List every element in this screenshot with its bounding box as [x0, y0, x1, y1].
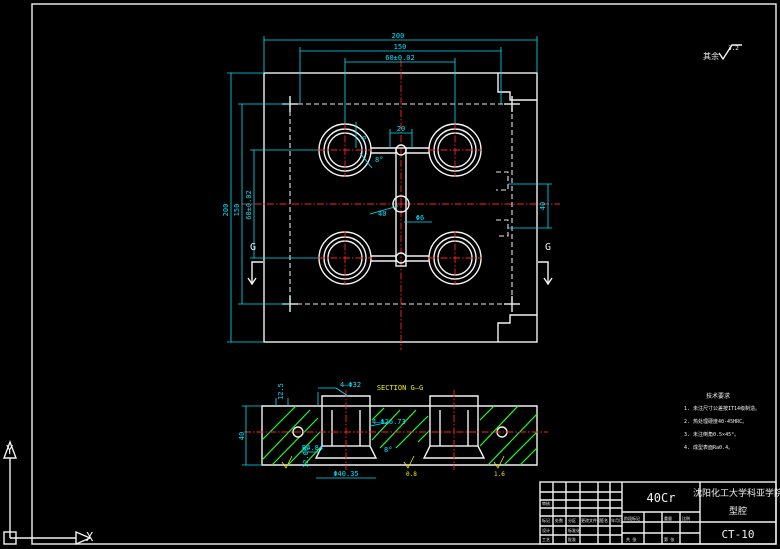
dim-inner-height: 150	[233, 204, 241, 217]
section-dim-height: 40	[238, 432, 246, 440]
tb-label-approve: 批准	[568, 536, 576, 542]
technical-notes: 技术要求 1. 未注尺寸公差按IT14级制造。 2. 热处理硬度40-45HRC…	[684, 392, 760, 451]
dim-sprue-diameter: Φ6	[416, 214, 424, 222]
roughness-value: 3.2	[728, 45, 739, 52]
section-roughness-1: 0.8	[406, 471, 417, 478]
tb-label-stage: 阶段标记	[624, 515, 640, 521]
pin-hole-right-2	[496, 219, 509, 237]
ucs-icon: Y X	[2, 440, 94, 546]
drawing-frame	[31, 3, 777, 545]
drawing-number: CT-10	[721, 528, 754, 541]
dim-inner-width: 150	[394, 43, 407, 51]
notes-heading: 技术要求	[706, 392, 730, 400]
svg-text:G: G	[545, 242, 551, 253]
roughness-label: 其余	[703, 51, 719, 61]
dim-runner-width: 20	[397, 125, 405, 133]
school-name: 沈阳化工大学科亚学院	[693, 487, 780, 499]
roughness-symbol: 其余 3.2	[703, 44, 742, 61]
dimension-lines	[227, 36, 552, 343]
tb-label-weight: 重量	[664, 515, 672, 521]
section-view: SECTION G—G 40 4—Φ32 4—Φ26.73 R4.84 Φ40.…	[238, 381, 548, 479]
dim-sprue-leader: 40	[378, 210, 386, 218]
svg-text:G: G	[250, 242, 256, 253]
tb-label-review: 审核	[542, 500, 550, 506]
notch-top-right	[497, 73, 537, 101]
notes-line-4: 4. 成型表面Ra0.4。	[684, 444, 733, 451]
notch-bottom-right	[497, 314, 537, 342]
tb-label-process: 工艺	[542, 537, 550, 542]
tb-label-date: 年月日	[611, 517, 623, 523]
section-marker-right: G	[538, 242, 553, 286]
tb-label-mark: 标记	[542, 517, 550, 523]
section-callout-bore: 4—Φ32	[340, 381, 361, 389]
section-roughness-2: 1.6	[494, 471, 505, 478]
cavity-top-left	[318, 123, 372, 177]
dim-runner-depth: 6	[360, 136, 368, 140]
cavity-bottom-left	[318, 231, 372, 285]
tb-label-count: 处数	[555, 517, 563, 523]
dim-cavity-pitch: 60±0.02	[385, 54, 415, 62]
tb-label-design: 设计	[542, 527, 550, 533]
cavity-top-right	[428, 123, 482, 177]
ucs-y-label: Y	[6, 443, 14, 457]
plan-view: 200 150 60±0.02 200 150 60±0.02 20 8° 6 …	[222, 32, 560, 350]
title-block: 40Cr 沈阳化工大学科亚学院 型腔 CT-10 标记 处数 分区 更改文件号 …	[539, 481, 780, 545]
section-callout-angle: 8°	[384, 446, 392, 454]
section-side-dim-1: 12.5	[277, 383, 285, 400]
cad-drawing-canvas[interactable]: 200 150 60±0.02 200 150 60±0.02 20 8° 6 …	[0, 0, 780, 549]
dim-side-pin-spacing: 40	[539, 202, 547, 210]
material-label: 40Cr	[647, 491, 676, 505]
tb-label-sign: 签名	[600, 517, 608, 523]
notes-line-3: 3. 未注倒角0.5×45°。	[684, 431, 739, 438]
tb-label-total-sheets: 共 张	[626, 536, 636, 542]
ucs-x-label: X	[86, 530, 94, 544]
plate-outline	[263, 72, 538, 343]
section-side-dim-2: 12.06	[302, 447, 310, 468]
tb-label-standard: 标准化	[568, 527, 580, 533]
part-name: 型腔	[729, 505, 747, 517]
section-title: SECTION G—G	[377, 384, 423, 392]
section-callout-cavity: 4—Φ26.73	[372, 418, 406, 426]
tb-label-change: 更改文件号	[581, 517, 601, 523]
dim-cavity-pitch-vertical: 60±0.02	[245, 190, 253, 220]
notes-line-1: 1. 未注尺寸公差按IT14级制造。	[684, 405, 760, 412]
section-marker-left: G	[247, 242, 263, 286]
tb-label-scale: 比例	[682, 515, 690, 521]
notes-line-2: 2. 热处理硬度40-45HRC。	[684, 418, 747, 425]
dim-overall-width: 200	[392, 32, 405, 40]
cavity-bottom-right	[428, 231, 482, 285]
tb-label-sheet-no: 第 张	[664, 536, 674, 542]
pin-hole-right	[496, 171, 509, 191]
dim-runner-angle: 8°	[375, 156, 383, 164]
dim-overall-height: 200	[222, 204, 230, 217]
section-callout-base: Φ40.35	[333, 470, 358, 478]
tb-label-zone: 分区	[568, 517, 576, 523]
